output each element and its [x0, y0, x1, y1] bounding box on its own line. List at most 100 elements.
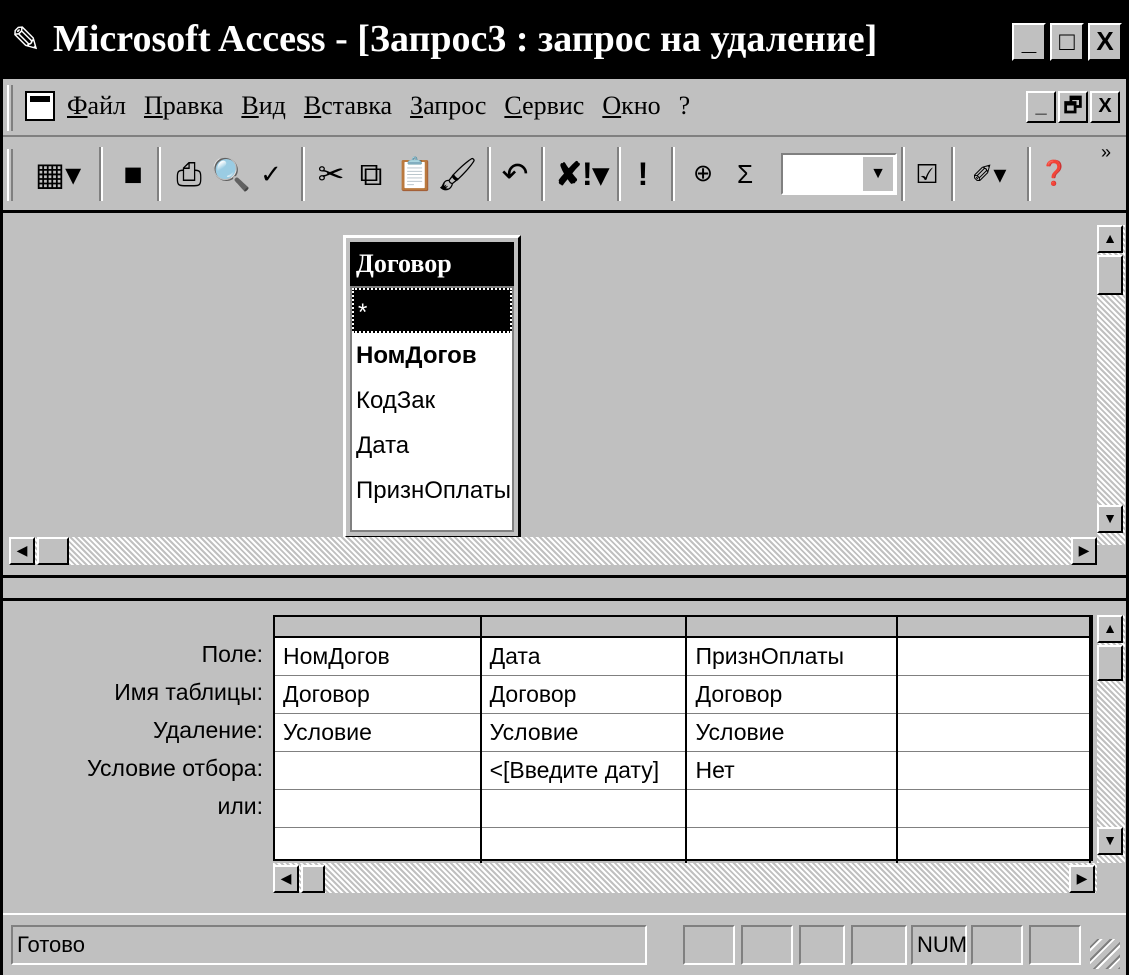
grid-cell-delete[interactable] — [897, 713, 1091, 752]
chevron-down-icon[interactable]: ▼ — [863, 157, 893, 191]
grid-cell-or[interactable] — [897, 789, 1091, 828]
spelling-icon[interactable]: ✓ — [253, 151, 289, 197]
field-item-data[interactable]: Дата — [352, 423, 512, 468]
grid-cell-table[interactable]: Договор — [480, 675, 688, 714]
save-icon[interactable]: ■ — [115, 151, 151, 197]
toolbar-separator — [951, 147, 955, 201]
scroll-left-icon[interactable]: ◀ — [9, 537, 35, 565]
upper-vscroll-thumb[interactable] — [1097, 255, 1123, 295]
grid-cell-table[interactable] — [897, 675, 1091, 714]
menu-help[interactable]: ? — [679, 91, 691, 121]
grid-cell-delete[interactable]: Условие — [480, 713, 688, 752]
build-icon[interactable]: ✐▾ — [959, 151, 1019, 197]
cut-icon[interactable]: ✂ — [313, 151, 349, 197]
grid-cell-field[interactable] — [897, 637, 1091, 676]
mdi-restore-button[interactable]: 🗗 — [1058, 91, 1088, 123]
grid-cell-or[interactable] — [275, 789, 482, 828]
field-list-dogovor[interactable]: Договор * НомДогов КодЗак Дата ПризнОпла… — [343, 235, 521, 539]
column-selector[interactable] — [686, 617, 899, 638]
grid-vscroll-thumb[interactable] — [1097, 645, 1123, 681]
minimize-button[interactable]: _ — [1012, 23, 1046, 61]
pane-splitter[interactable] — [3, 575, 1126, 601]
menu-edit[interactable]: Правка — [144, 91, 223, 121]
toolbar-separator — [301, 147, 305, 201]
field-item-kodzak[interactable]: КодЗак — [352, 378, 512, 423]
show-table-icon[interactable]: ⊕ — [683, 151, 723, 197]
grid-cell-or[interactable] — [480, 789, 688, 828]
scroll-down-icon[interactable]: ▼ — [1097, 827, 1123, 855]
maximize-button[interactable]: □ — [1050, 23, 1084, 61]
toolbar-separator — [901, 147, 905, 201]
upper-hscroll-track[interactable] — [9, 537, 1097, 565]
format-painter-icon[interactable]: 🖌 — [437, 151, 478, 197]
scroll-up-icon[interactable]: ▲ — [1097, 615, 1123, 643]
toolbar-separator — [99, 147, 103, 201]
grid-cell-table[interactable]: Договор — [275, 675, 482, 714]
grid-cell-empty[interactable] — [897, 827, 1091, 866]
menu-window[interactable]: Окно — [602, 91, 660, 121]
grid-cell-table[interactable]: Договор — [686, 675, 899, 714]
grid-cell-or[interactable] — [686, 789, 899, 828]
grid-cell-field[interactable]: Дата — [480, 637, 688, 676]
column-selector[interactable] — [897, 617, 1091, 638]
access-key-icon: ✎ — [11, 19, 42, 60]
grid-cell-empty[interactable] — [686, 827, 899, 866]
grid-cell-criteria[interactable] — [897, 751, 1091, 790]
run-icon[interactable]: ! — [627, 151, 659, 197]
grid-cell-field[interactable]: НомДогов — [275, 637, 482, 676]
undo-icon[interactable]: ↶ — [497, 151, 533, 197]
num-lock-indicator: NUM — [911, 925, 967, 965]
grid-cell-criteria[interactable] — [275, 751, 482, 790]
field-item-nomdogov[interactable]: НомДогов — [352, 333, 512, 378]
title-bar[interactable]: ✎ Microsoft Access - [Запрос3 : запрос н… — [3, 3, 1126, 79]
paste-icon[interactable]: 📋 — [395, 151, 435, 197]
grid-hscroll-thumb[interactable] — [301, 865, 325, 893]
grid-hscroll-track[interactable] — [273, 863, 1097, 893]
query-design-grid: НомДогов Дата ПризнОплаты Договор Догово… — [273, 615, 1093, 866]
grid-cell-criteria[interactable]: Нет — [686, 751, 899, 790]
menu-tools[interactable]: Сервис — [504, 91, 584, 121]
scroll-right-icon[interactable]: ▶ — [1069, 865, 1095, 893]
query-window-icon[interactable] — [25, 91, 55, 121]
scroll-left-icon[interactable]: ◀ — [273, 865, 299, 893]
grid-cell-delete[interactable]: Условие — [275, 713, 482, 752]
menu-insert[interactable]: Вставка — [304, 91, 392, 121]
grid-cell-delete[interactable]: Условие — [686, 713, 899, 752]
toolbar-grip[interactable] — [7, 149, 13, 201]
toolbar-more-icon[interactable]: » — [1093, 137, 1119, 183]
copy-icon[interactable]: ⧉ — [353, 151, 389, 197]
toolbar-separator — [1027, 147, 1031, 201]
column-selector[interactable] — [480, 617, 688, 638]
resize-grip-icon[interactable] — [1090, 939, 1120, 969]
menu-view[interactable]: Вид — [241, 91, 286, 121]
field-list-title[interactable]: Договор — [350, 242, 514, 286]
view-icon[interactable]: ▦▾ — [27, 151, 89, 197]
grid-cell-empty[interactable] — [480, 827, 688, 866]
status-panel — [683, 925, 735, 965]
totals-icon[interactable]: Σ — [727, 151, 763, 197]
mdi-close-button[interactable]: X — [1090, 91, 1120, 123]
menu-query[interactable]: Запрос — [410, 91, 486, 121]
scroll-down-icon[interactable]: ▼ — [1097, 505, 1123, 533]
row-label-table: Имя таблицы: — [114, 679, 263, 705]
menu-file[interactable]: Файл — [67, 91, 126, 121]
grid-cell-field[interactable]: ПризнОплаты — [686, 637, 899, 676]
mdi-minimize-button[interactable]: _ — [1026, 91, 1056, 123]
field-item-all[interactable]: * — [352, 288, 512, 333]
scroll-up-icon[interactable]: ▲ — [1097, 225, 1123, 253]
print-preview-icon[interactable]: 🔍 — [211, 151, 251, 197]
column-selector[interactable] — [275, 617, 482, 638]
top-values-combo[interactable]: ▼ — [781, 153, 897, 195]
menubar-grip[interactable] — [7, 85, 13, 131]
close-button[interactable]: X — [1088, 23, 1122, 61]
upper-hscroll-thumb[interactable] — [37, 537, 69, 565]
properties-icon[interactable]: ☑ — [909, 151, 945, 197]
grid-cell-criteria[interactable]: <[Введите дату] — [480, 751, 688, 790]
field-item-priznoplaty[interactable]: ПризнОплаты — [352, 468, 512, 513]
toolbar-separator — [487, 147, 491, 201]
help-icon[interactable]: ❓ — [1037, 151, 1071, 197]
grid-cell-empty[interactable] — [275, 827, 482, 866]
query-type-icon[interactable]: ✘!▾ — [551, 151, 613, 197]
scroll-right-icon[interactable]: ▶ — [1071, 537, 1097, 565]
print-icon[interactable]: ⎙ — [171, 151, 207, 197]
